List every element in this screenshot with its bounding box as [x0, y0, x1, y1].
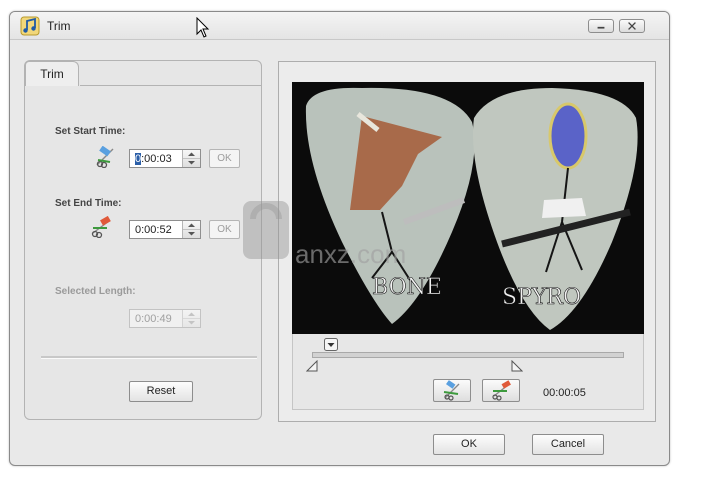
selected-length-label: Selected Length: [55, 286, 136, 297]
end-time-stepper[interactable] [182, 221, 200, 238]
spin-down-icon[interactable] [183, 230, 200, 238]
spin-down-icon[interactable] [183, 159, 200, 167]
set-end-cut-icon [91, 216, 111, 238]
trim-start-handle[interactable] [306, 360, 318, 372]
close-button[interactable] [619, 19, 645, 33]
start-time-field[interactable]: 0:00:03 [129, 149, 201, 168]
spin-up-icon [183, 312, 200, 319]
minimize-icon [597, 26, 605, 29]
title-bar[interactable]: Trim [10, 12, 669, 40]
end-time-field[interactable]: 0:00:52 [129, 220, 201, 239]
set-end-cut-icon [492, 380, 511, 401]
reset-button[interactable]: Reset [129, 381, 193, 402]
minimize-button[interactable] [588, 19, 614, 33]
set-end-button[interactable] [482, 379, 520, 402]
video-label-right: SPYRO [502, 285, 581, 310]
timecode: 00:00:05 [543, 387, 586, 399]
start-time-stepper[interactable] [182, 150, 200, 167]
set-start-button[interactable] [433, 379, 471, 402]
end-time-label: Set End Time: [55, 198, 122, 209]
set-start-cut-icon [96, 146, 114, 168]
start-ok-button[interactable]: OK [209, 149, 240, 168]
seek-track[interactable] [312, 352, 624, 358]
cancel-button[interactable]: Cancel [532, 434, 604, 455]
watermark: anxz.com [243, 201, 406, 269]
close-icon [628, 22, 636, 30]
spin-up-icon[interactable] [183, 150, 200, 159]
music-note-icon [20, 16, 40, 36]
spin-down-icon [188, 321, 195, 325]
window-title: Trim [47, 19, 71, 33]
set-start-cut-icon [443, 380, 460, 401]
tab-trim[interactable]: Trim [25, 61, 79, 86]
selected-length-value: 0:00:49 [135, 313, 172, 325]
start-time-value: :00:03 [141, 153, 172, 165]
watermark-text: anxz.com [295, 239, 406, 269]
trim-panel [24, 60, 262, 420]
spin-up-icon[interactable] [183, 221, 200, 230]
ok-button[interactable]: OK [433, 434, 505, 455]
tab-divider [80, 85, 262, 86]
start-time-label: Set Start Time: [55, 126, 126, 137]
selected-length-field: 0:00:49 [129, 309, 201, 328]
mouse-cursor-icon [196, 17, 210, 38]
end-time-value: 0:00:52 [135, 224, 172, 236]
separator [41, 356, 257, 359]
playhead-marker[interactable] [323, 338, 338, 352]
trim-end-handle[interactable] [511, 360, 523, 372]
selected-length-stepper [182, 310, 200, 327]
